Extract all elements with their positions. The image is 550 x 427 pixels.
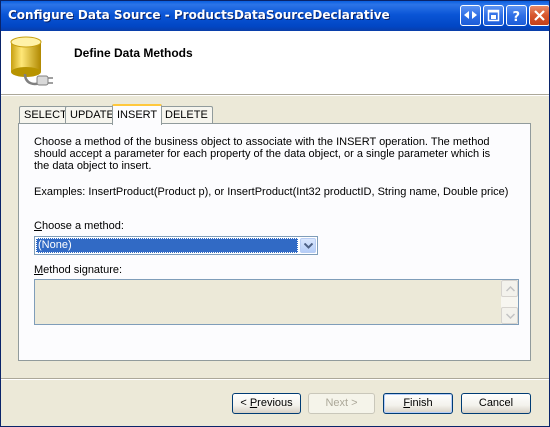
arrows-icon [464,11,477,19]
cancel-button[interactable]: Cancel [461,393,531,414]
question-icon: ? [513,10,521,23]
help-button[interactable]: ? [506,5,527,26]
help-arrows-button[interactable] [460,5,481,26]
previous-label: revious [257,397,293,409]
tab-select[interactable]: SELECT [19,106,72,124]
restore-button[interactable] [483,5,504,26]
footer-divider [1,378,549,380]
page-title: Define Data Methods [74,46,193,60]
close-button[interactable] [529,5,549,26]
method-signature-accesskey: M [34,264,44,276]
tab-delete[interactable]: DELETE [160,106,213,124]
next-button[interactable]: Next > [308,393,375,414]
method-description: Choose a method of the business object t… [34,136,491,172]
scroll-up-button[interactable] [501,280,518,297]
choose-method-accesskey: C [34,220,42,232]
insert-tab-panel: Choose a method of the business object t… [18,123,531,361]
tab-insert[interactable]: INSERT [112,104,163,125]
window-title: Configure Data Source - ProductsDataSour… [8,8,390,22]
svg-text:?: ? [513,10,521,23]
title-bar[interactable]: Configure Data Source - ProductsDataSour… [1,1,549,31]
scroll-down-button[interactable] [501,307,518,324]
previous-prefix: < [240,397,250,409]
finish-button[interactable]: Finish [383,393,453,414]
wizard-header: Define Data Methods [1,31,549,94]
configure-data-source-dialog: Configure Data Source - ProductsDataSour… [0,0,550,427]
close-icon [534,10,545,21]
arrow-down-icon [506,313,515,319]
finish-label: inish [410,397,433,409]
previous-button[interactable]: < Previous [232,393,301,414]
arrow-up-icon [506,286,515,292]
tab-update[interactable]: UPDATE [65,106,119,124]
database-plug-icon [10,36,53,86]
choose-method-label: Choose a method: [34,220,124,232]
method-signature-textbox[interactable] [34,279,519,325]
choose-method-label-text: hoose a method: [41,220,124,232]
method-examples: Examples: InsertProduct(Product p), or I… [34,186,509,198]
header-divider [1,94,549,96]
method-signature-label-text: ethod signature: [43,264,123,276]
method-signature-label: Method signature: [34,264,122,276]
method-select[interactable]: (None) [34,236,318,255]
signature-scrollbar[interactable] [501,280,518,324]
restore-icon [487,9,500,22]
chevron-down-icon [304,243,313,249]
method-select-dropdown-button[interactable] [300,238,316,253]
method-select-value: (None) [36,238,298,253]
